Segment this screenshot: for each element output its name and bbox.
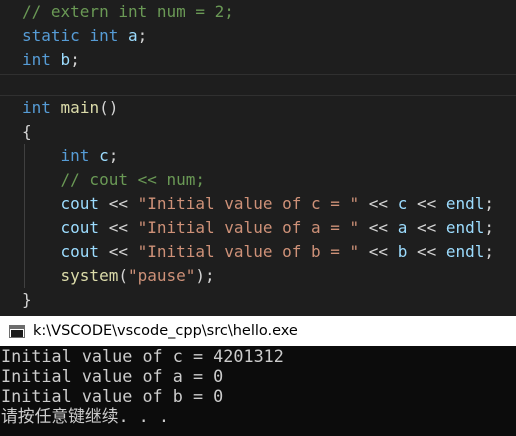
code-token: ); [195,266,215,285]
code-token: main [60,98,100,117]
console-title: k:\VSCODE\vscode_cpp\src\hello.exe [33,323,298,339]
console-window-icon [9,324,25,338]
code-token: b [60,50,71,69]
code-token: ; [108,146,119,165]
code-token: static [22,26,80,45]
code-line-text: static int a; [22,24,147,48]
code-token: { [22,122,32,141]
code-token: ; [137,26,148,45]
code-token: "pause" [127,266,196,285]
code-token: << [359,194,398,213]
code-token: cout [60,194,100,213]
code-token: << [99,194,138,213]
code-token: a [397,218,408,237]
code-line-text: int main() [22,96,118,120]
code-line[interactable]: { [0,120,516,144]
code-token: b [397,242,408,261]
code-token: int [60,146,90,165]
console-title-bar[interactable]: k:\VSCODE\vscode_cpp\src\hello.exe [0,316,516,346]
code-token: ( [118,266,128,285]
code-line[interactable]: } [0,288,516,312]
console-output-line: Initial value of c = 4201312 [1,346,284,366]
code-token: << [359,242,398,261]
console-window[interactable]: k:\VSCODE\vscode_cpp\src\hello.exe Initi… [0,316,516,436]
code-token: "Initial value of c = " [137,194,360,213]
screenshot-root: // extern int num = 2; static int a; int b… [0,0,516,436]
code-token: "Initial value of b = " [137,242,360,261]
code-line[interactable]: cout << "Initial value of b = " << b << … [0,240,516,264]
code-line-text: int b; [22,48,80,72]
code-token: << [99,242,138,261]
code-token: << [99,218,138,237]
code-editor[interactable]: // extern int num = 2; static int a; int b… [0,0,516,316]
code-token: int [89,26,119,45]
code-line[interactable]: cout << "Initial value of a = " << a << … [0,216,516,240]
code-token: int [22,98,51,117]
code-line[interactable] [0,72,516,96]
console-output-line: Initial value of a = 0 [1,366,224,386]
code-line[interactable]: // cout << num; [0,168,516,192]
code-line[interactable]: int b; [0,48,516,72]
code-line[interactable]: static int a; [0,24,516,48]
code-line-text: // cout << num; [22,168,206,192]
code-line-text: int c; [22,144,119,168]
code-token: } [22,290,32,309]
code-token: ; [484,218,495,237]
code-line[interactable]: system("pause"); [0,264,516,288]
code-token: a [127,26,138,45]
code-line[interactable]: int main() [0,96,516,120]
code-token: endl [445,242,485,261]
code-token: c [99,146,109,165]
code-token: endl [445,194,485,213]
code-line-text: cout << "Initial value of a = " << a << … [22,216,495,240]
code-token: << [407,242,446,261]
code-token: ; [70,50,80,69]
code-line[interactable]: cout << "Initial value of c = " << c << … [0,192,516,216]
code-line[interactable]: int c; [0,144,516,168]
code-token: system [60,266,119,285]
code-token: << [407,218,446,237]
console-output-line: 请按任意键继续. . . [1,406,169,426]
code-token: "Initial value of a = " [137,218,360,237]
console-output[interactable]: Initial value of c = 4201312 Initial val… [0,346,516,436]
code-token: cout [60,218,100,237]
console-output-line: Initial value of b = 0 [1,386,224,406]
code-token: // extern int num = 2; [22,2,234,21]
code-line-text: // extern int num = 2; [22,0,234,24]
code-token: ; [484,242,495,261]
code-token: ; [484,194,495,213]
code-line-text: cout << "Initial value of c = " << c << … [22,192,495,216]
code-token: c [397,194,408,213]
code-line-text: } [22,288,32,312]
code-token: << [407,194,446,213]
code-line-text: { [22,120,32,144]
code-token: () [99,98,119,117]
code-token: << [359,218,398,237]
code-line[interactable]: // extern int num = 2; [0,0,516,24]
code-token: // cout << num; [60,170,206,189]
code-line-text: cout << "Initial value of b = " << b << … [22,240,495,264]
code-line-text: system("pause"); [22,264,215,288]
code-token: endl [445,218,485,237]
code-token: cout [60,242,100,261]
code-token: int [22,50,51,69]
